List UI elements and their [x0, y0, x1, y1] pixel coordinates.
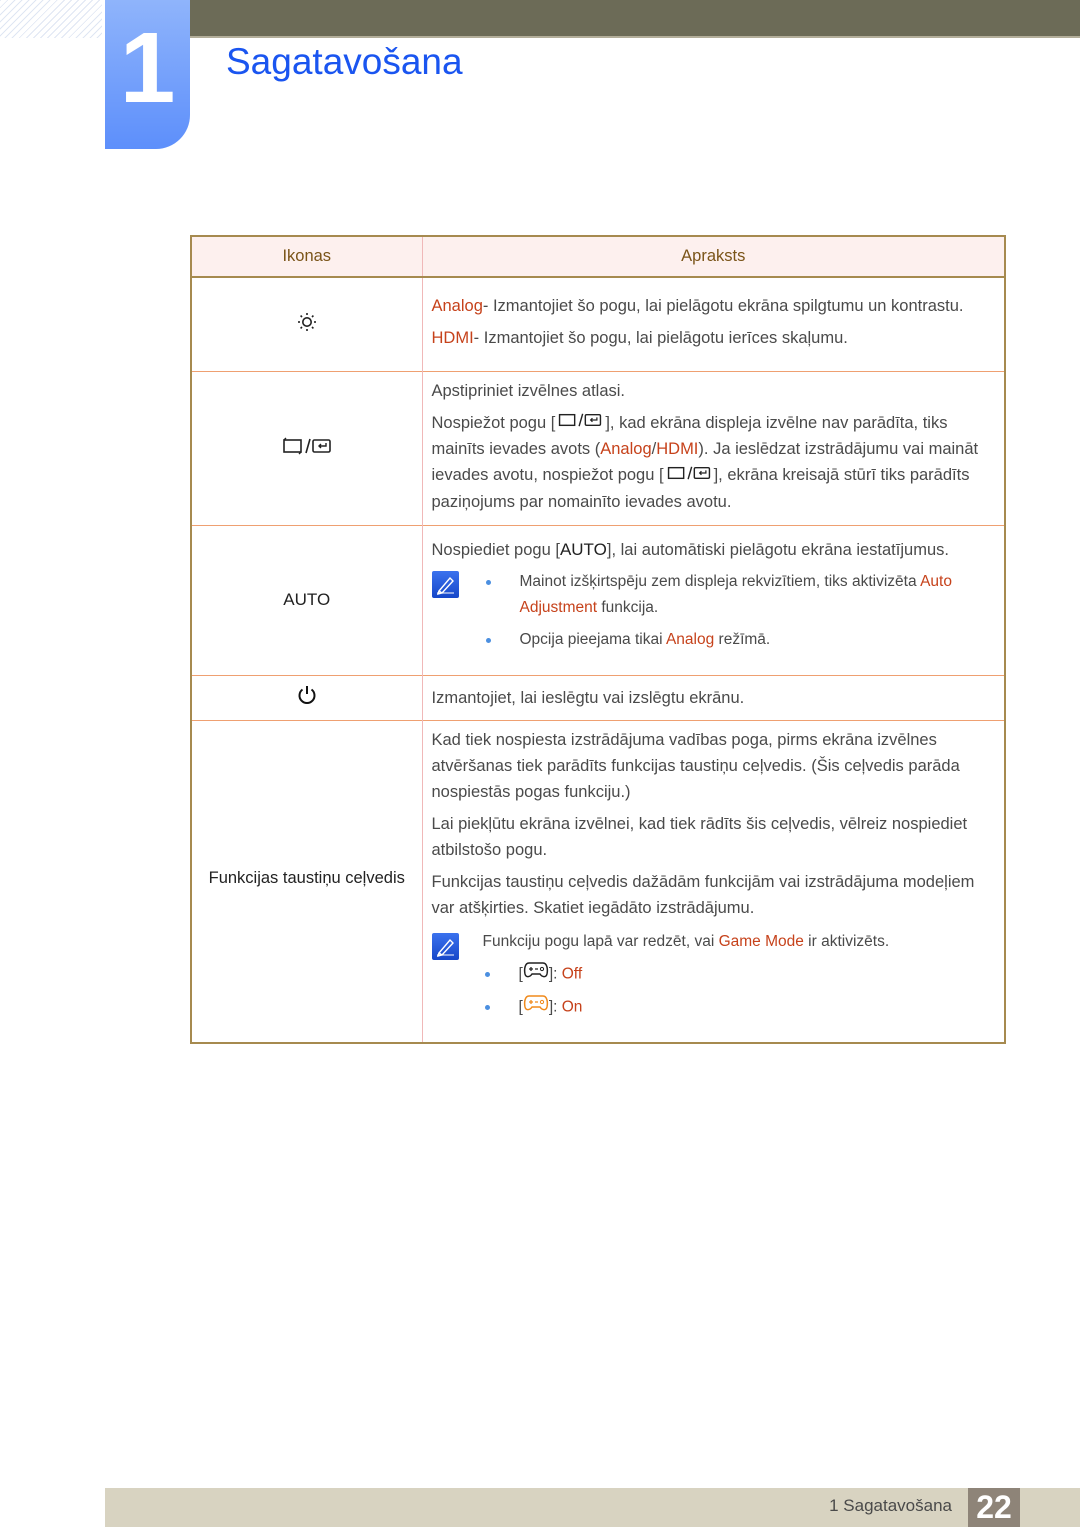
game-mode-note: Funkciju pogu lapā var redzēt, vai Game … [431, 929, 995, 1021]
icon-cell: Funkcijas taustiņu ceļvedis [191, 719, 423, 1044]
header-icons: Ikonas [191, 236, 423, 278]
description-cell: Analog- Izmantojiet šo pogu, lai pielāgo… [422, 276, 1005, 371]
hdmi-volume-text: HDMI- Izmantojiet šo pogu, lai pielāgotu… [431, 329, 848, 348]
footer-bar: 1 Sagatavošana 22 [105, 1488, 1080, 1527]
chapter-number: 1 [119, 12, 176, 124]
function-key-guide-label: Funkcijas taustiņu ceļvedis [208, 868, 405, 887]
icon-cell [191, 370, 423, 526]
table-row: Apstipriniet izvēlnes atlasi. Nospiežot … [191, 370, 1005, 526]
note-icon [431, 571, 459, 599]
table-row: AUTO Nospiediet pogu [AUTO], lai automāt… [191, 524, 1005, 676]
table-row: Analog- Izmantojiet šo pogu, lai pielāgo… [191, 276, 1005, 371]
guide-text-2: Lai piekļūtu ekrāna izvēlnei, kad tiek r… [431, 814, 968, 859]
power-text: Izmantojiet, lai ieslēgtu vai izslēgtu e… [431, 688, 745, 707]
decorative-hatch [0, 0, 102, 38]
source-change-text: Nospiežot pogu [], kad ekrāna displeja i… [432, 410, 995, 515]
confirm-text: Apstipriniet izvēlnes atlasi. [431, 381, 626, 400]
page-number: 22 [968, 1488, 1020, 1527]
source-enter-icon [282, 437, 332, 460]
note-block: Mainot izšķirtspēju zem displeja rekvizī… [431, 569, 995, 653]
description-cell: Kad tiek nospiesta izstrādājuma vadības … [422, 719, 1005, 1044]
game-mode-text: Funkciju pogu lapā var redzēt, vai Game … [482, 932, 890, 950]
auto-text: Nospiediet pogu [AUTO], lai automātiski … [431, 540, 949, 560]
brightness-icon [297, 312, 317, 337]
description-cell: Apstipriniet izvēlnes atlasi. Nospiežot … [422, 370, 1005, 526]
source-enter-icon [555, 410, 605, 436]
note-icon [431, 932, 459, 960]
icon-cell: AUTO [191, 524, 423, 676]
analog-brightness-text: Analog- Izmantojiet šo pogu, lai pielāgo… [431, 297, 964, 316]
chapter-title: Sagatavošana [226, 41, 463, 82]
gamepad-off-icon [523, 961, 549, 988]
footer-section: 1 Sagatavošana [829, 1496, 952, 1515]
note-bullet: Opcija pieejama tikai Analog režīmā. [485, 627, 995, 653]
table-row: Izmantojiet, lai ieslēgtu vai izslēgtu e… [191, 674, 1005, 721]
description-cell: Nospiediet pogu [AUTO], lai automātiski … [422, 524, 1005, 676]
auto-label: AUTO [283, 590, 331, 610]
table-row: Funkcijas taustiņu ceļvedis Kad tiek nos… [191, 719, 1005, 1044]
source-enter-icon [664, 463, 714, 489]
header-description: Apraksts [422, 236, 1005, 278]
gamepad-on-icon [523, 994, 549, 1021]
power-icon [296, 684, 318, 711]
guide-text-1: Kad tiek nospiesta izstrādājuma vadības … [431, 730, 960, 801]
guide-text-3: Funkcijas taustiņu ceļvedis dažādām funk… [431, 872, 975, 917]
header-bar [190, 0, 1080, 38]
icon-cell [191, 674, 423, 721]
table-header-row: Ikonas Apraksts [191, 236, 1005, 278]
buttons-table: Ikonas Apraksts Analog- Izmantojiet šo p… [190, 235, 1006, 1045]
icon-cell [191, 276, 423, 371]
game-mode-off-item: []: Off [484, 961, 995, 988]
chapter-badge: 1 [105, 0, 190, 149]
note-bullet: Mainot izšķirtspēju zem displeja rekvizī… [485, 569, 995, 621]
game-mode-on-item: []: On [484, 994, 995, 1021]
description-cell: Izmantojiet, lai ieslēgtu vai izslēgtu e… [422, 674, 1005, 721]
